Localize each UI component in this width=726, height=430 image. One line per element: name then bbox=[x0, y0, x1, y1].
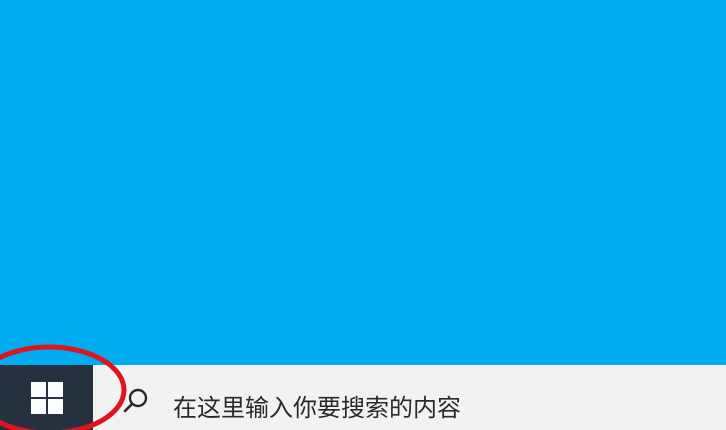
search-icon bbox=[123, 388, 148, 413]
desktop-background bbox=[0, 0, 726, 365]
taskbar: 在这里输入你要搜索的内容 bbox=[0, 365, 726, 430]
start-button[interactable] bbox=[0, 365, 93, 430]
search-placeholder-text: 在这里输入你要搜索的内容 bbox=[173, 394, 461, 422]
taskbar-search-box[interactable]: 在这里输入你要搜索的内容 bbox=[93, 365, 726, 430]
screen: 在这里输入你要搜索的内容 bbox=[0, 0, 726, 430]
windows-logo-icon bbox=[30, 381, 63, 414]
